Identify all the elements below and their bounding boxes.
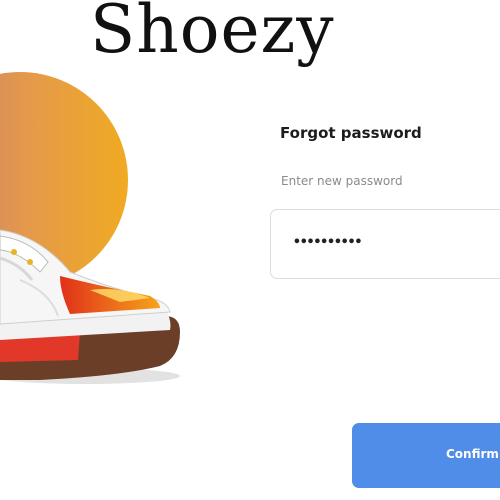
- new-password-label: Enter new password: [281, 174, 403, 188]
- new-password-field[interactable]: ••••••••••: [270, 209, 500, 279]
- hero-sneaker-image: [0, 72, 180, 384]
- forgot-password-screen: Shoezy Forgot password Enter new passwor…: [0, 0, 500, 500]
- confirm-button-label: Confirm: [446, 447, 499, 461]
- password-masked-value: ••••••••••: [293, 235, 362, 250]
- confirm-button[interactable]: Confirm: [352, 423, 500, 488]
- page-title: Forgot password: [280, 124, 422, 142]
